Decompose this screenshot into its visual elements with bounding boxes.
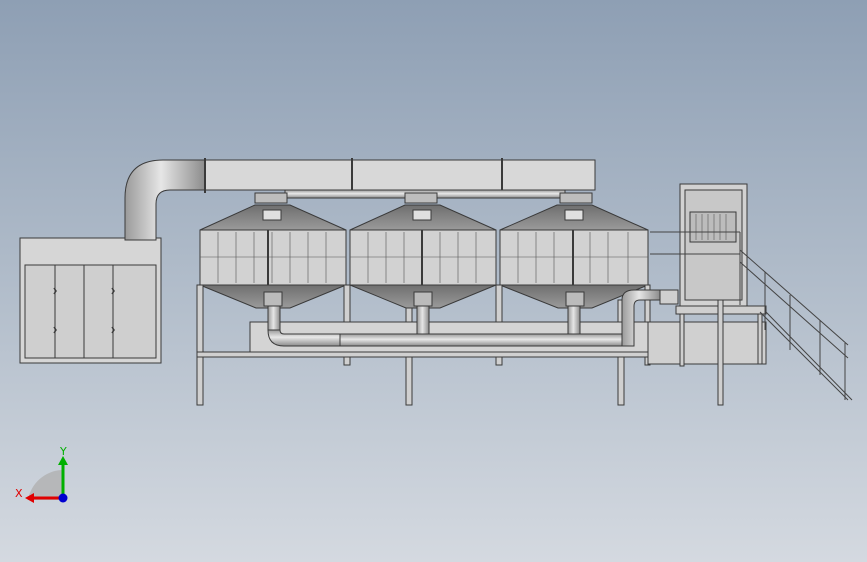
z-axis-dot <box>58 493 68 503</box>
x-axis-label: X <box>15 487 23 500</box>
y-axis-label: Y <box>59 445 67 458</box>
adsorber-tower-3 <box>499 192 649 309</box>
pre-filter-box <box>19 237 162 364</box>
adsorber-tower-1 <box>199 192 347 309</box>
coordinate-triad: Y X <box>15 445 68 503</box>
adsorber-tower-2 <box>349 192 497 309</box>
cad-viewport[interactable]: Y X <box>0 0 867 562</box>
